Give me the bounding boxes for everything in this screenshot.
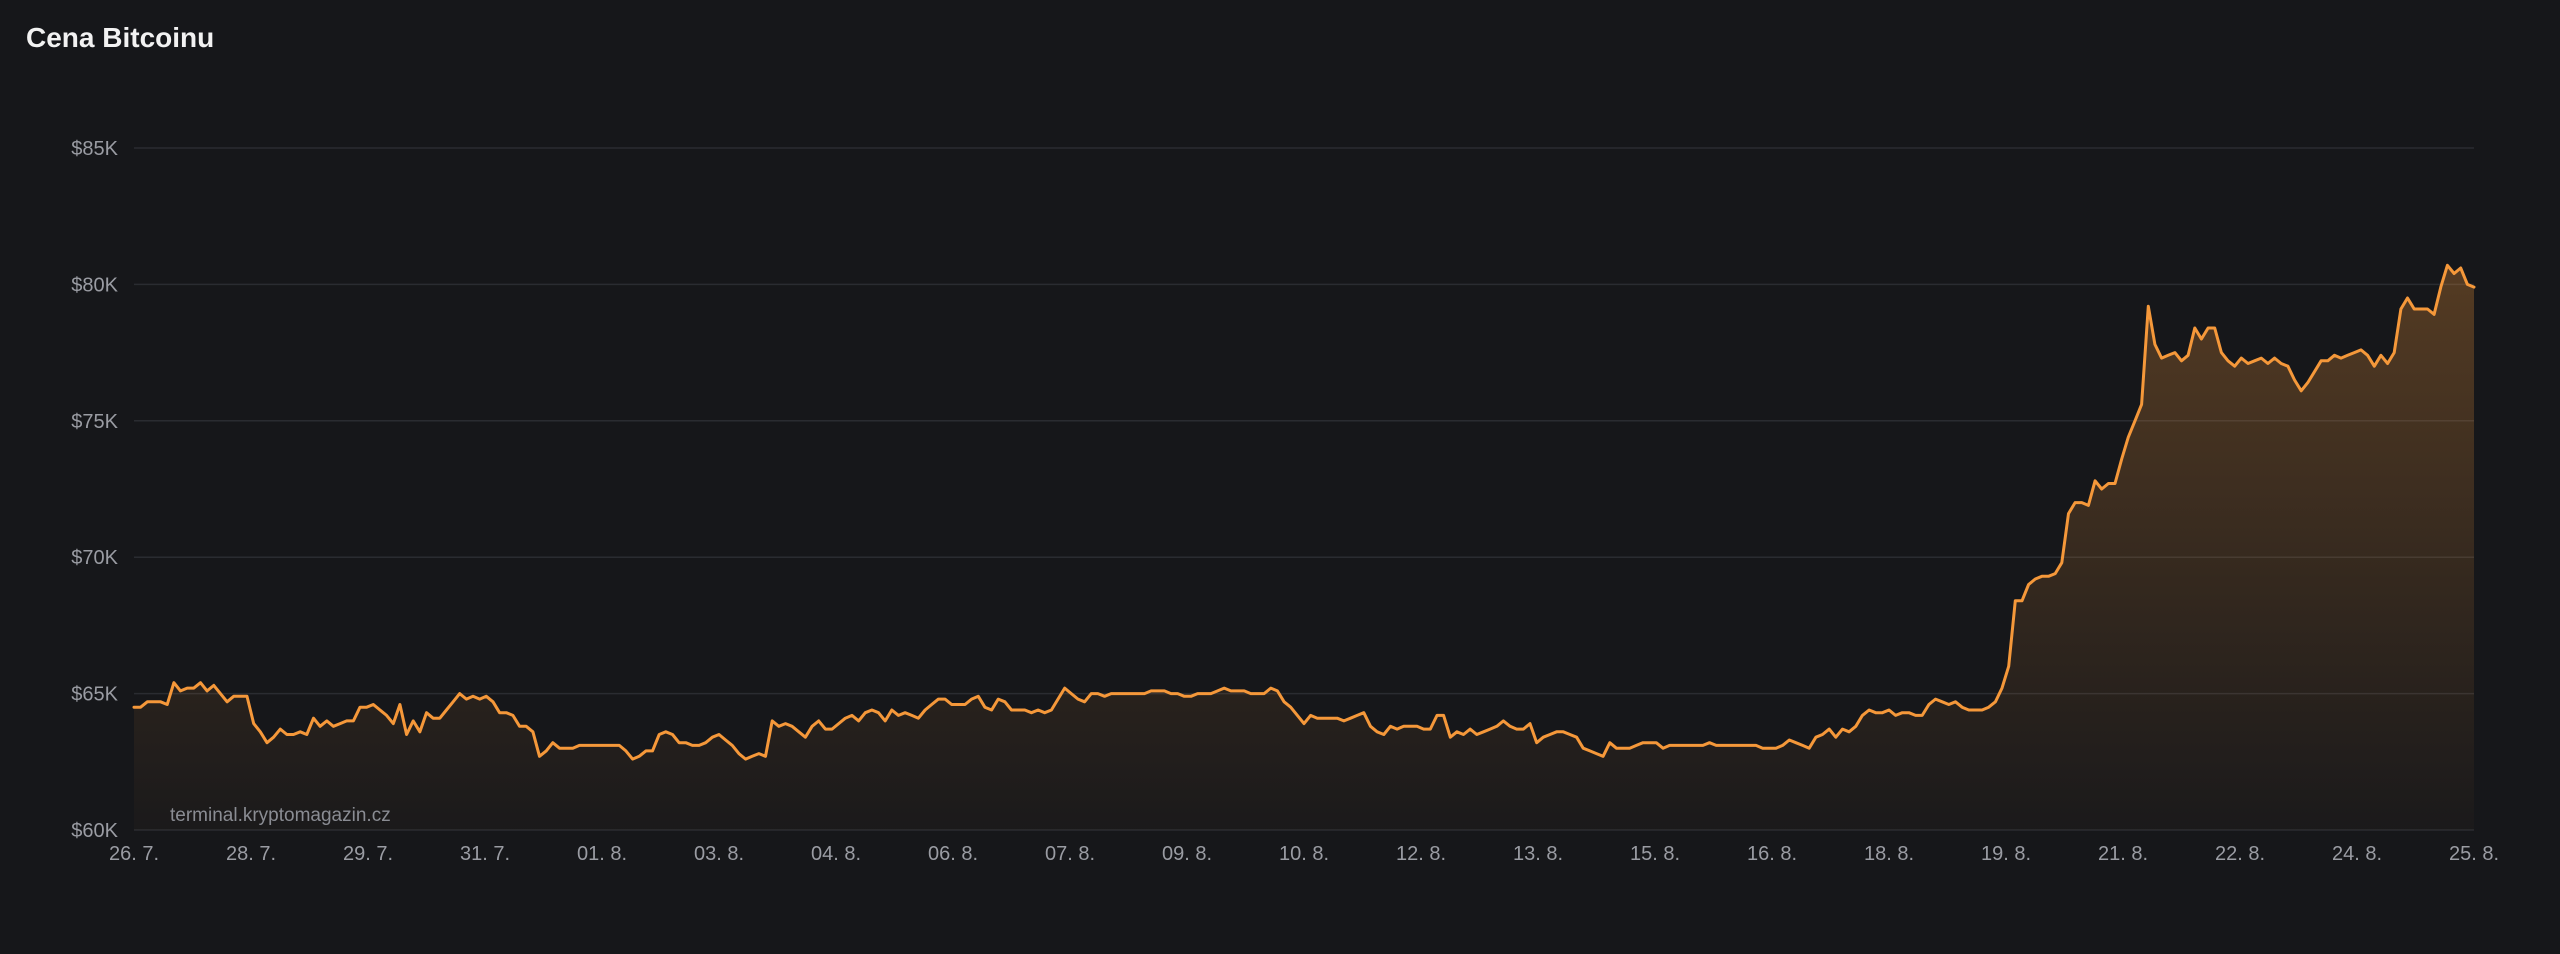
x-tick-label: 10. 8. (1279, 843, 1329, 865)
y-tick-label: $65K (71, 684, 118, 706)
x-tick-label: 15. 8. (1630, 843, 1680, 865)
x-tick-label: 24. 8. (2332, 843, 2382, 865)
y-tick-label: $75K (71, 411, 118, 433)
x-tick-label: 31. 7. (460, 843, 510, 865)
x-tick-label: 16. 8. (1747, 843, 1797, 865)
y-axis-labels: $60K $65K $70K $75K $80K $85K (71, 138, 118, 842)
y-tick-label: $85K (71, 138, 118, 160)
x-tick-label: 18. 8. (1864, 843, 1914, 865)
x-tick-label: 03. 8. (694, 843, 744, 865)
x-tick-label: 28. 7. (226, 843, 276, 865)
x-tick-label: 13. 8. (1513, 843, 1563, 865)
x-tick-label: 25. 8. (2449, 843, 2499, 865)
x-axis-labels: 26. 7. 28. 7. 29. 7. 31. 7. 01. 8. 03. 8. 04. … (109, 843, 2499, 865)
x-tick-label: 19. 8. (1981, 843, 2031, 865)
x-tick-label: 12. 8. (1396, 843, 1446, 865)
bitcoin-price-chart: $60K $65K $70K $75K $80K $85K 26. 7. 28. 7. 29.… (71, 138, 2499, 865)
y-tick-label: $60K (71, 820, 118, 842)
x-tick-label: 29. 7. (343, 843, 393, 865)
x-tick-label: 22. 8. (2215, 843, 2265, 865)
x-tick-label: 26. 7. (109, 843, 159, 865)
x-tick-label: 01. 8. (577, 843, 627, 865)
x-tick-label: 21. 8. (2098, 843, 2148, 865)
y-tick-label: $80K (71, 274, 118, 296)
x-tick-label: 09. 8. (1162, 843, 1212, 865)
x-tick-label: 07. 8. (1045, 843, 1095, 865)
y-tick-label: $70K (71, 547, 118, 569)
x-tick-label: 04. 8. (811, 843, 861, 865)
price-area-fill (134, 265, 2474, 830)
x-tick-label: 06. 8. (928, 843, 978, 865)
watermark-text: terminal.kryptomagazin.cz (170, 805, 391, 826)
